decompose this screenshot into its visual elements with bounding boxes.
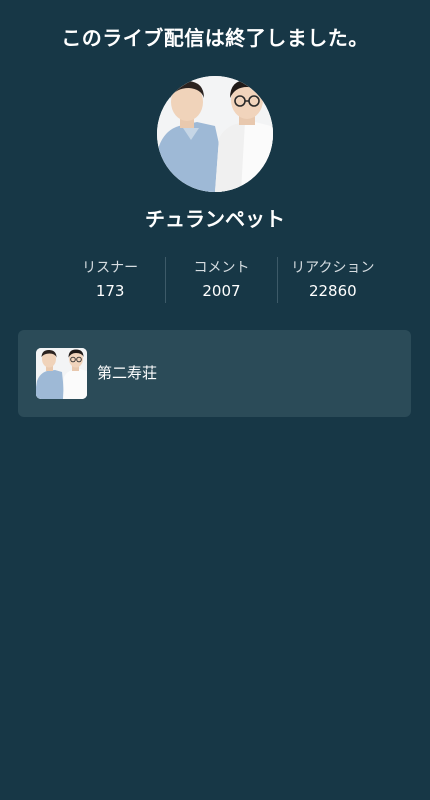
program-card[interactable]: 第二寿荘 <box>18 330 411 417</box>
stat-value: 173 <box>95 282 125 300</box>
program-thumbnail <box>36 348 87 399</box>
live-ended-screen: このライブ配信は終了しました。 チュランペット リスナー 173 コメント 20… <box>0 0 430 800</box>
stat-label: リスナー <box>82 260 139 276</box>
program-title: 第二寿荘 <box>97 364 158 382</box>
stat-label: リアクション <box>291 260 375 276</box>
stat-label: コメント <box>193 260 250 276</box>
performer-duo-photo-icon <box>36 348 87 399</box>
stat-reactions: リアクション 22860 <box>276 257 388 303</box>
performer-duo-photo-icon <box>157 76 273 192</box>
stat-value: 2007 <box>202 282 241 300</box>
live-ended-message: このライブ配信は終了しました。 <box>61 26 369 50</box>
stat-listeners: リスナー 173 <box>55 257 165 303</box>
stat-value: 22860 <box>308 282 357 300</box>
broadcast-stats: リスナー 173 コメント 2007 リアクション 22860 <box>55 257 388 303</box>
channel-avatar[interactable] <box>157 76 273 192</box>
channel-name[interactable]: チュランペット <box>0 203 430 232</box>
stat-comments: コメント 2007 <box>165 257 276 303</box>
